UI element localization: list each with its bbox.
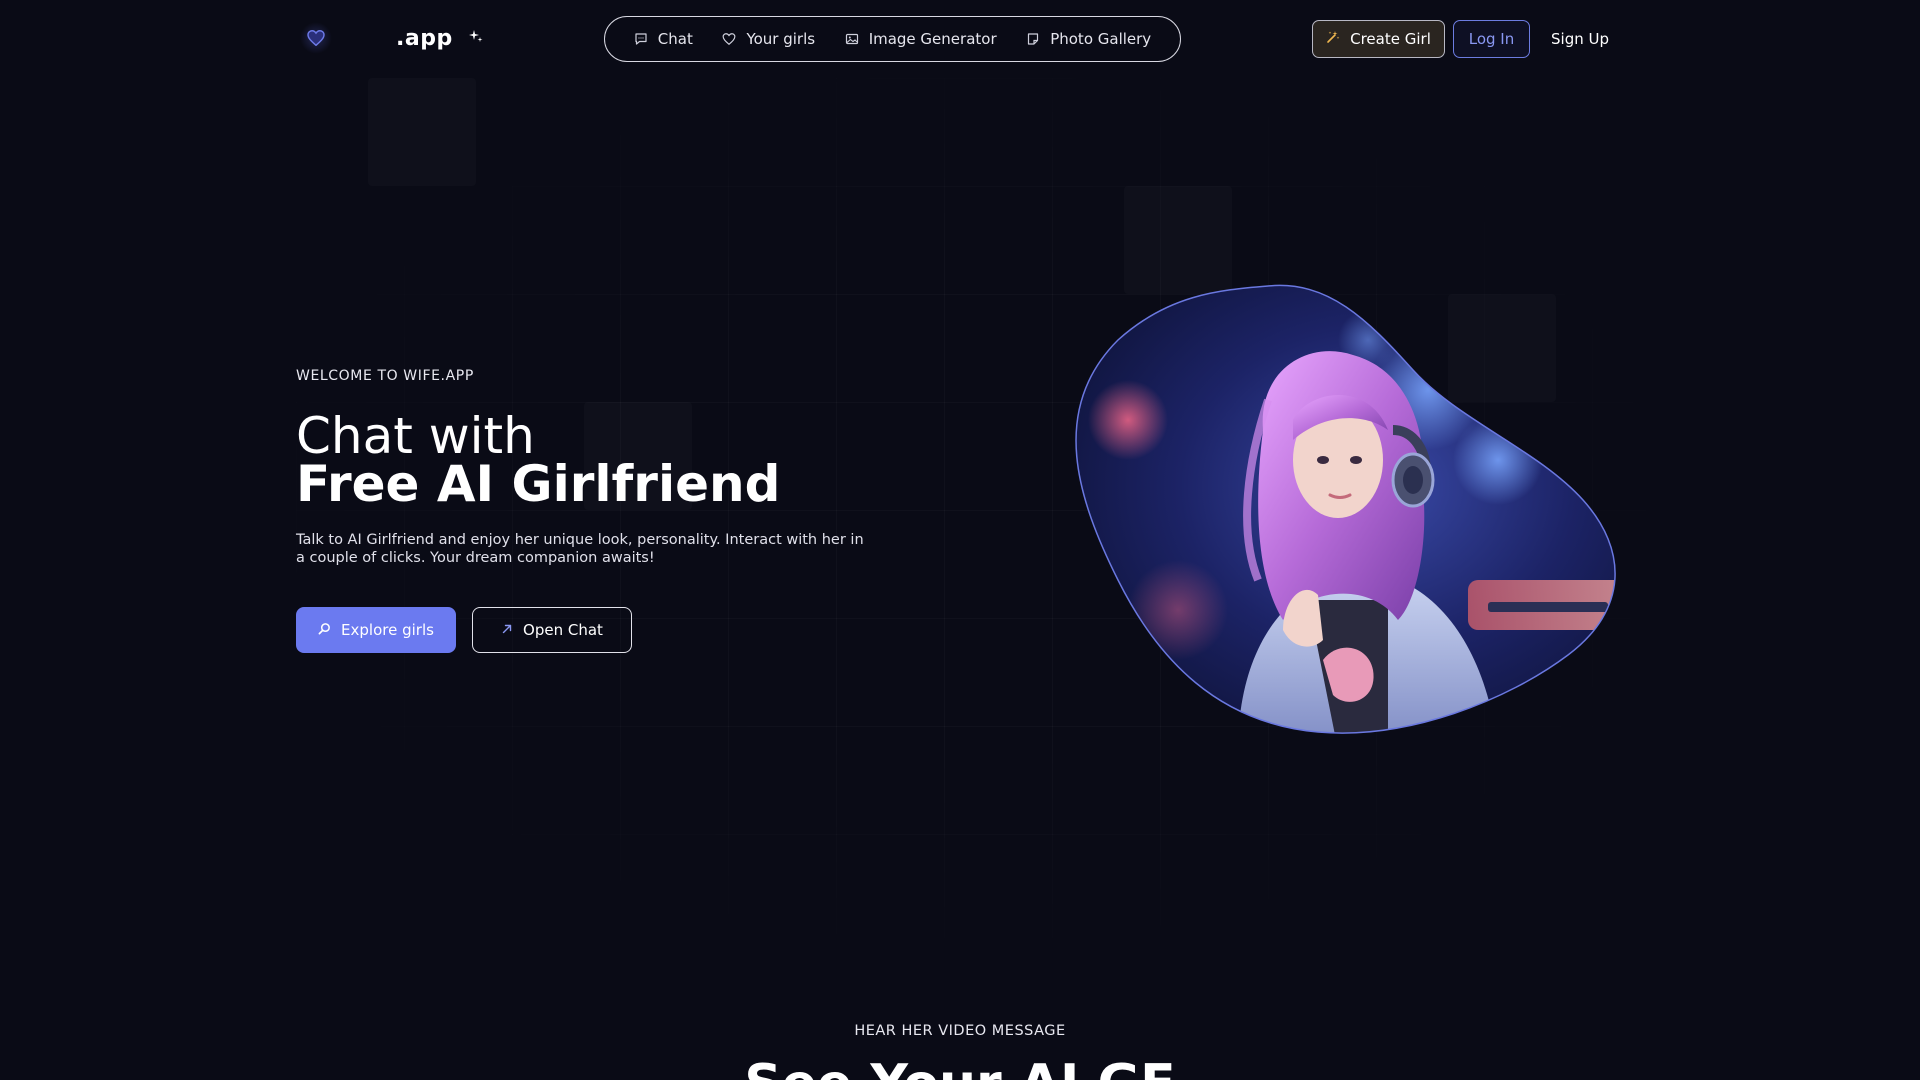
- hero-description: Talk to AI Girlfriend and enjoy her uniq…: [296, 532, 864, 566]
- gallery-icon: [1026, 32, 1040, 46]
- signup-button[interactable]: Sign Up: [1546, 20, 1614, 58]
- magic-wand-icon: [1326, 30, 1340, 48]
- logo[interactable]: .app: [300, 22, 483, 54]
- hero-image: [1068, 280, 1628, 740]
- main-nav: Chat Your girls Image Generator Photo Ga…: [604, 16, 1181, 62]
- explore-girls-button[interactable]: Explore girls: [296, 607, 456, 653]
- nav-item-your-girls[interactable]: Your girls: [722, 30, 815, 48]
- arrow-up-right-icon: [501, 621, 513, 639]
- image-icon: [845, 32, 859, 46]
- nav-label: Chat: [657, 30, 693, 48]
- login-button[interactable]: Log In: [1453, 20, 1530, 58]
- nav-item-chat[interactable]: Chat: [634, 30, 693, 48]
- sparkle-icon: [468, 29, 483, 47]
- heart-icon: [722, 32, 736, 46]
- chat-bubble-icon: [634, 32, 648, 46]
- nav-label: Image Generator: [868, 30, 997, 48]
- section-title: See Your AI GF: [0, 1054, 1920, 1080]
- open-chat-label: Open Chat: [523, 621, 603, 639]
- grid-tile: [368, 78, 476, 186]
- heart-logo-icon: [300, 22, 332, 54]
- explore-girls-label: Explore girls: [341, 621, 434, 639]
- nav-label: Your girls: [746, 30, 816, 48]
- nav-item-photo-gallery[interactable]: Photo Gallery: [1026, 30, 1151, 48]
- search-icon: [318, 621, 331, 639]
- top-bar: .app Chat Your girls Image Generator Pho…: [0, 0, 1920, 78]
- nav-item-image-generator[interactable]: Image Generator: [845, 30, 997, 48]
- section-eyebrow: HEAR HER VIDEO MESSAGE: [854, 1023, 1066, 1039]
- hero-eyebrow: WELCOME TO WIFE.APP: [296, 368, 474, 384]
- hero-image-blob: [1075, 284, 1616, 734]
- create-girl-button[interactable]: Create Girl: [1312, 20, 1445, 58]
- grid-tile: [1124, 186, 1232, 294]
- page: .app Chat Your girls Image Generator Pho…: [0, 0, 1920, 1080]
- nav-label: Photo Gallery: [1050, 30, 1152, 48]
- create-girl-label: Create Girl: [1350, 30, 1431, 48]
- hero-title-line-2: Free AI Girlfriend: [296, 455, 781, 513]
- logo-text: .app: [396, 25, 453, 51]
- open-chat-button[interactable]: Open Chat: [472, 607, 632, 653]
